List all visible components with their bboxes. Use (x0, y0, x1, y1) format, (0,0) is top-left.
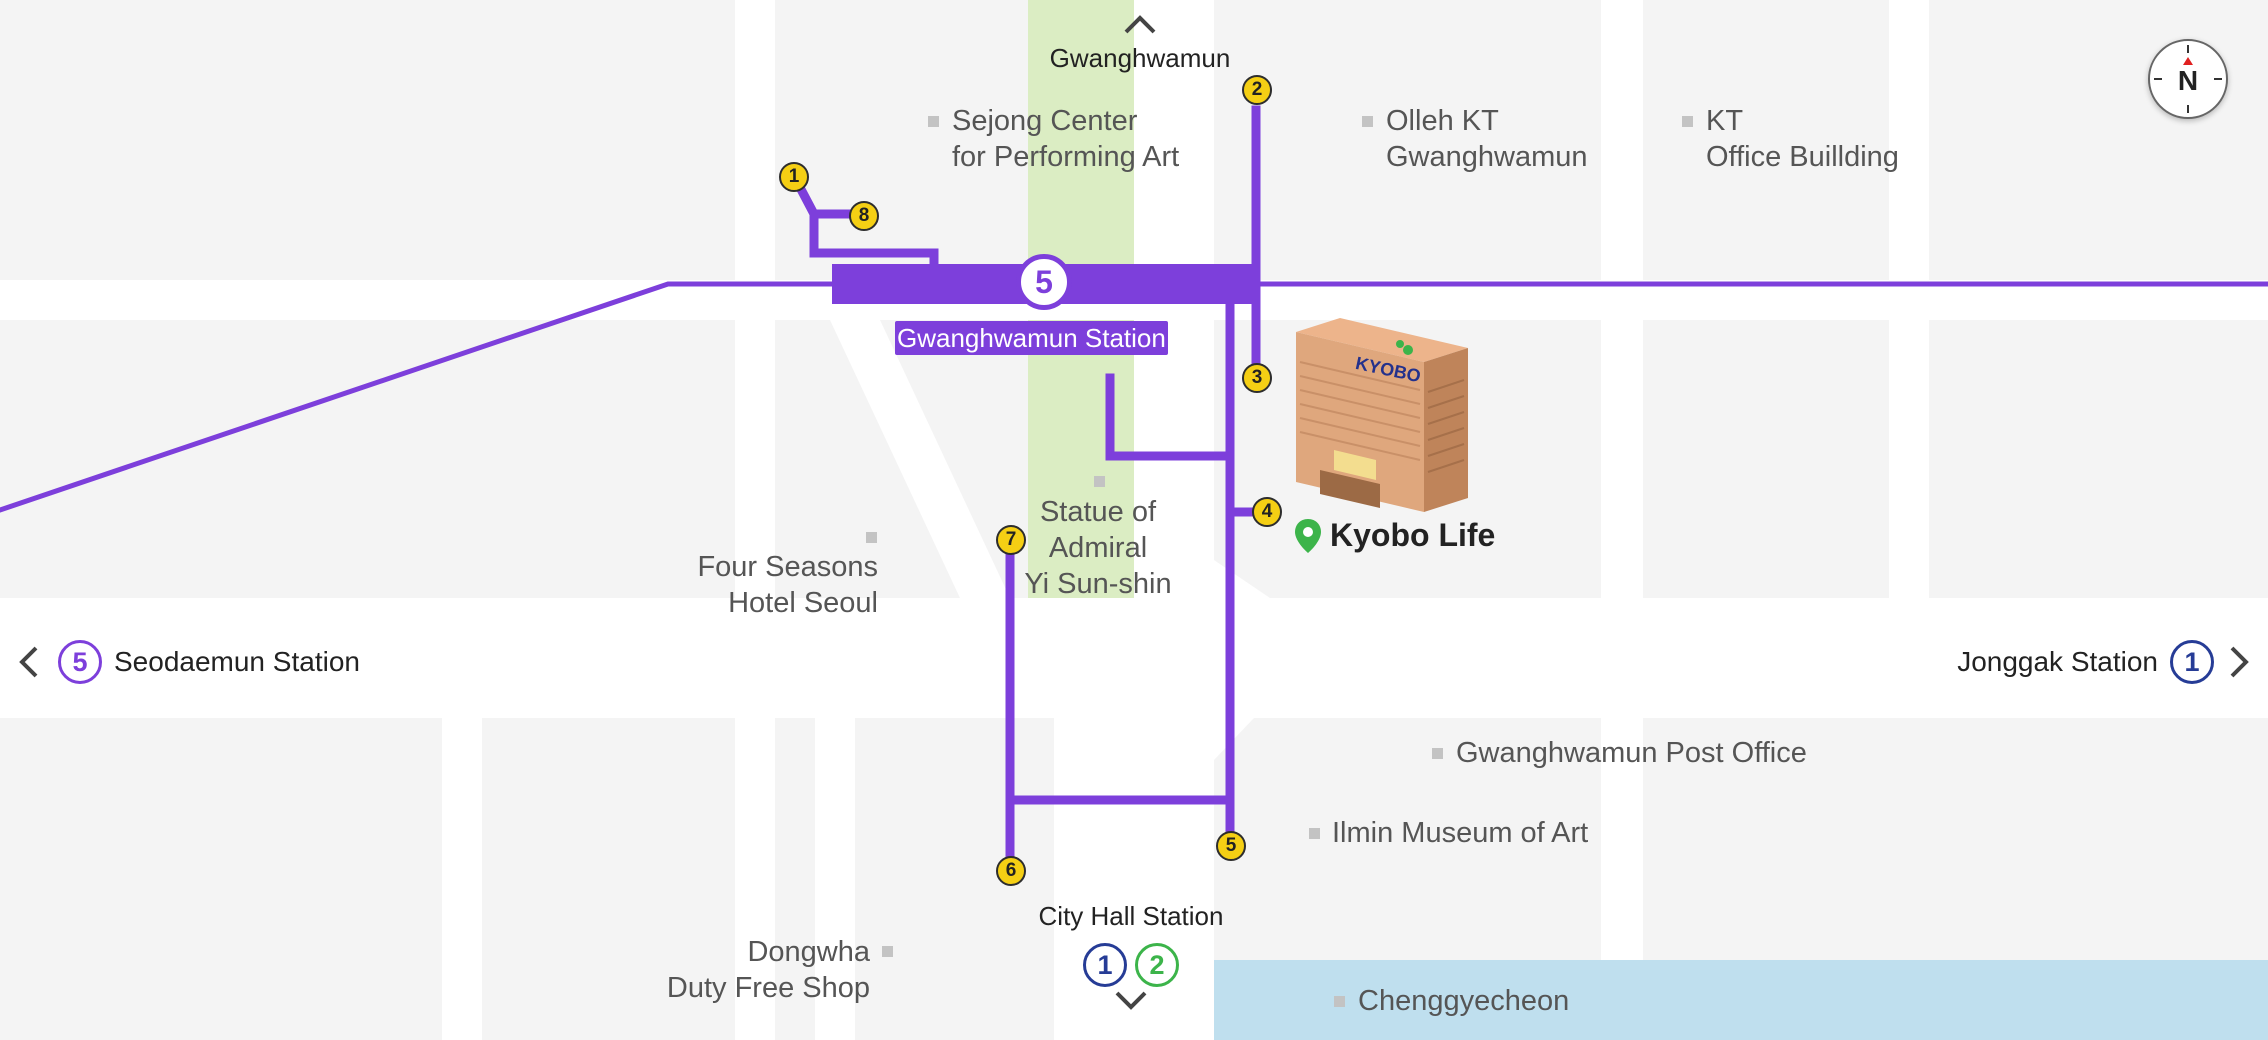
landmark-four-seasons[interactable]: Four Seasons Hotel Seoul (600, 549, 878, 621)
landmark-dot (866, 532, 877, 543)
line-1-badge: 1 (1083, 943, 1127, 987)
landmark-kt-office[interactable]: KT Office Buillding (1706, 103, 1899, 175)
landmark-ilmin-museum[interactable]: Ilmin Museum of Art (1332, 815, 1588, 851)
landmark-dot (1094, 476, 1105, 487)
landmark-post-office[interactable]: Gwanghwamun Post Office (1456, 735, 1807, 771)
exit-8[interactable]: 8 (849, 201, 879, 231)
station-name-label[interactable]: Gwanghwamun Station (895, 321, 1168, 355)
city-hall-line-badges: 1 2 (1000, 943, 1262, 987)
nav-down-label: City Hall Station (1038, 901, 1224, 931)
landmark-dot (1362, 116, 1373, 127)
landmark-sejong-center[interactable]: Sejong Center for Performing Art (952, 103, 1179, 175)
exit-4[interactable]: 4 (1252, 497, 1282, 527)
exit-1[interactable]: 1 (779, 162, 809, 192)
exit-6[interactable]: 6 (996, 856, 1026, 886)
nav-up-label: Gwanghwamun (1049, 43, 1231, 73)
kyobo-life-marker[interactable]: Kyobo Life (1294, 517, 1495, 554)
station-area-map[interactable]: KYOBO 5 Gwanghwamun Station 1 2 3 4 5 6 … (0, 0, 2268, 1040)
line-1-badge: 1 (2170, 640, 2214, 684)
chevron-right-icon (2230, 646, 2249, 678)
compass[interactable]: N (2148, 39, 2228, 119)
nav-down-city-hall[interactable]: City Hall Station 1 2 (1000, 899, 1262, 1018)
chevron-down-icon (1115, 991, 1147, 1010)
chevron-up-icon (1124, 15, 1156, 34)
compass-north-label: N (2177, 65, 2199, 96)
exit-3[interactable]: 3 (1242, 363, 1272, 393)
map-pin-icon (1295, 518, 1321, 553)
nav-right-label: Jonggak Station (1957, 646, 2158, 677)
landmark-dot (1309, 828, 1320, 839)
road-vertical-3 (1601, 0, 1643, 1040)
line-5-number: 5 (1035, 264, 1053, 300)
landmark-dot (1334, 996, 1345, 1007)
road-vertical-5 (442, 718, 482, 1040)
exit-5[interactable]: 5 (1216, 831, 1246, 861)
road-vertical-1 (735, 0, 775, 1040)
exit-2[interactable]: 2 (1242, 75, 1272, 105)
line-2-badge: 2 (1135, 943, 1179, 987)
landmark-dongwha-duty-free[interactable]: Dongwha Duty Free Shop (590, 934, 870, 1006)
nav-left-label: Seodaemun Station (114, 646, 360, 677)
nav-right-jonggak[interactable]: Jonggak Station 1 (1957, 640, 2252, 684)
line-5-station-badge[interactable]: 5 (1016, 254, 1072, 310)
landmark-dot (882, 946, 893, 957)
kyobo-building-illustration (1296, 318, 1468, 512)
chevron-left-icon (19, 646, 38, 678)
nav-left-seodaemun[interactable]: 5 Seodaemun Station (16, 640, 360, 684)
kyobo-life-label: Kyobo Life (1330, 517, 1496, 553)
nav-up-gwanghwamun[interactable]: Gwanghwamun (1040, 12, 1240, 73)
line-5-badge: 5 (58, 640, 102, 684)
landmark-statue-yi-sun-shin[interactable]: Statue of Admiral Yi Sun-shin (998, 494, 1198, 602)
landmark-olleh-kt[interactable]: Olleh KT Gwanghwamun (1386, 103, 1588, 175)
landmark-dot (1682, 116, 1693, 127)
landmark-cheonggyecheon[interactable]: Chenggyecheon (1358, 983, 1569, 1019)
landmark-dot (928, 116, 939, 127)
road-vertical-4 (1889, 0, 1929, 600)
landmark-dot (1432, 748, 1443, 759)
